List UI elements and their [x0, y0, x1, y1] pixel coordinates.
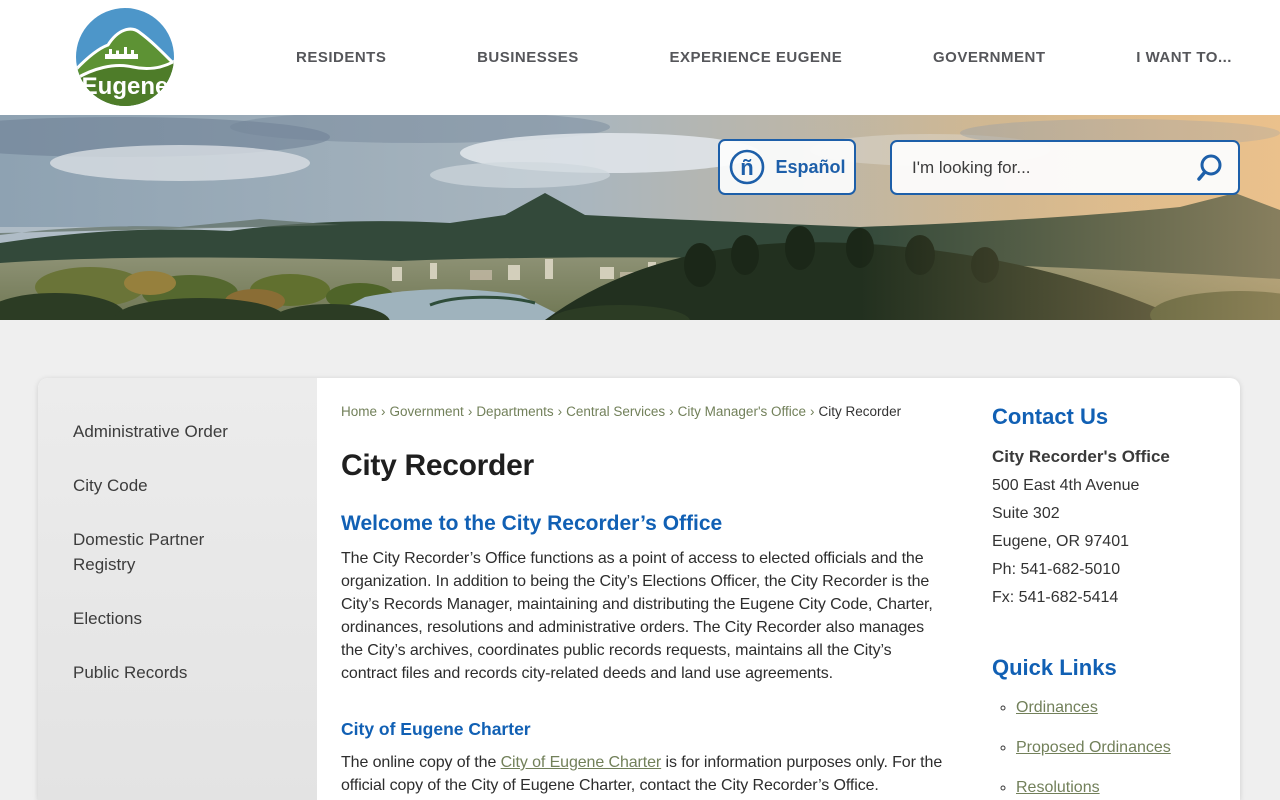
- breadcrumb-link-home[interactable]: Home: [341, 404, 377, 419]
- breadcrumb-link-city-managers-office[interactable]: City Manager's Office: [678, 404, 806, 419]
- quick-link-proposed-ordinances[interactable]: Proposed Ordinances: [1016, 739, 1171, 756]
- breadcrumb-link-central-services[interactable]: Central Services: [566, 404, 665, 419]
- quick-link-resolutions[interactable]: Resolutions: [1016, 779, 1100, 796]
- sidebar-item-public-records[interactable]: Public Records: [73, 660, 258, 685]
- contact-us-heading: Contact Us: [992, 404, 1109, 429]
- list-item: Ordinances: [1016, 699, 1240, 717]
- list-item: Proposed Ordinances: [1016, 739, 1240, 757]
- right-column: Contact Us City Recorder's Office 500 Ea…: [992, 404, 1240, 800]
- breadcrumb: Home › Government › Departments › Central Serv…: [341, 404, 945, 419]
- hero-banner: ñ Español: [0, 115, 1280, 320]
- breadcrumb-separator: ›: [557, 404, 563, 419]
- charter-text-before: The online copy of the: [341, 754, 501, 771]
- n-tilde-circle-icon: ñ: [730, 149, 765, 185]
- list-item: Resolutions: [1016, 779, 1240, 797]
- sidebar-item-elections[interactable]: Elections: [73, 606, 258, 631]
- contact-fax: Fx: 541-682-5414: [992, 589, 1119, 606]
- eugene-logo[interactable]: Eugene: [75, 7, 175, 107]
- site-search: [890, 140, 1240, 195]
- breadcrumb-current: City Recorder: [818, 404, 902, 419]
- sidebar-item-administrative-order[interactable]: Administrative Order: [73, 419, 258, 444]
- breadcrumb-separator: ›: [669, 404, 674, 419]
- svg-text:ñ: ñ: [741, 155, 754, 180]
- contact-phone: Ph: 541-682-5010: [992, 561, 1121, 578]
- nav-item-experience-eugene[interactable]: EXPERIENCE EUGENE: [670, 49, 843, 66]
- main-navigation: RESIDENTS BUSINESSES EXPERIENCE EUGENE G…: [296, 0, 1232, 115]
- breadcrumb-separator: ›: [467, 404, 473, 419]
- contact-address-line1: 500 East 4th Avenue: [992, 477, 1140, 494]
- contact-address-line2: Suite 302: [992, 505, 1060, 522]
- contact-address-line3: Eugene, OR 97401: [992, 533, 1129, 550]
- charter-paragraph: The online copy of the City of Eugene Ch…: [341, 751, 945, 797]
- charter-link[interactable]: City of Eugene Charter: [501, 754, 662, 771]
- magnifier-icon: [1197, 154, 1222, 181]
- breadcrumb-link-government[interactable]: Government: [390, 404, 464, 419]
- sidebar-item-city-code[interactable]: City Code: [73, 473, 258, 498]
- nav-item-government[interactable]: GOVERNMENT: [933, 49, 1046, 66]
- article-column: Home › Government › Departments › Central Serv…: [341, 404, 945, 800]
- nav-item-residents[interactable]: RESIDENTS: [296, 49, 386, 66]
- search-input[interactable]: [910, 156, 1192, 179]
- quick-link-ordinances[interactable]: Ordinances: [1016, 699, 1098, 716]
- content-card: Administrative Order City Code Domestic …: [38, 378, 1240, 800]
- quick-links-heading: Quick Links: [992, 655, 1117, 680]
- left-sidebar: Administrative Order City Code Domestic …: [38, 378, 317, 800]
- nav-item-businesses[interactable]: BUSINESSES: [477, 49, 579, 66]
- charter-heading: City of Eugene Charter: [341, 719, 531, 739]
- breadcrumb-separator: ›: [381, 404, 386, 419]
- top-navigation-bar: Eugene RESIDENTS BUSINESSES EXPERIENCE E…: [0, 0, 1280, 115]
- welcome-heading: Welcome to the City Recorder’s Office: [341, 512, 723, 535]
- welcome-paragraph: The City Recorder’s Office functions as …: [341, 550, 933, 682]
- quick-links-list: Ordinances Proposed Ordinances Resolutio…: [992, 699, 1240, 797]
- breadcrumb-separator: ›: [810, 404, 815, 419]
- contact-office-name: City Recorder's Office: [992, 447, 1170, 466]
- search-submit-button[interactable]: [1192, 151, 1226, 185]
- nav-item-i-want-to[interactable]: I WANT TO...: [1136, 49, 1232, 66]
- svg-text:Eugene: Eugene: [82, 73, 169, 100]
- sidebar-item-domestic-partner-registry[interactable]: Domestic Partner Registry: [73, 527, 258, 577]
- main-content: Home › Government › Departments › Central Serv…: [317, 378, 1240, 800]
- breadcrumb-link-departments[interactable]: Departments: [476, 404, 553, 419]
- page-title: City Recorder: [341, 449, 534, 482]
- espanol-label: Español: [775, 156, 846, 177]
- eugene-logo-icon: Eugene: [76, 8, 174, 106]
- espanol-button[interactable]: ñ Español: [718, 139, 856, 195]
